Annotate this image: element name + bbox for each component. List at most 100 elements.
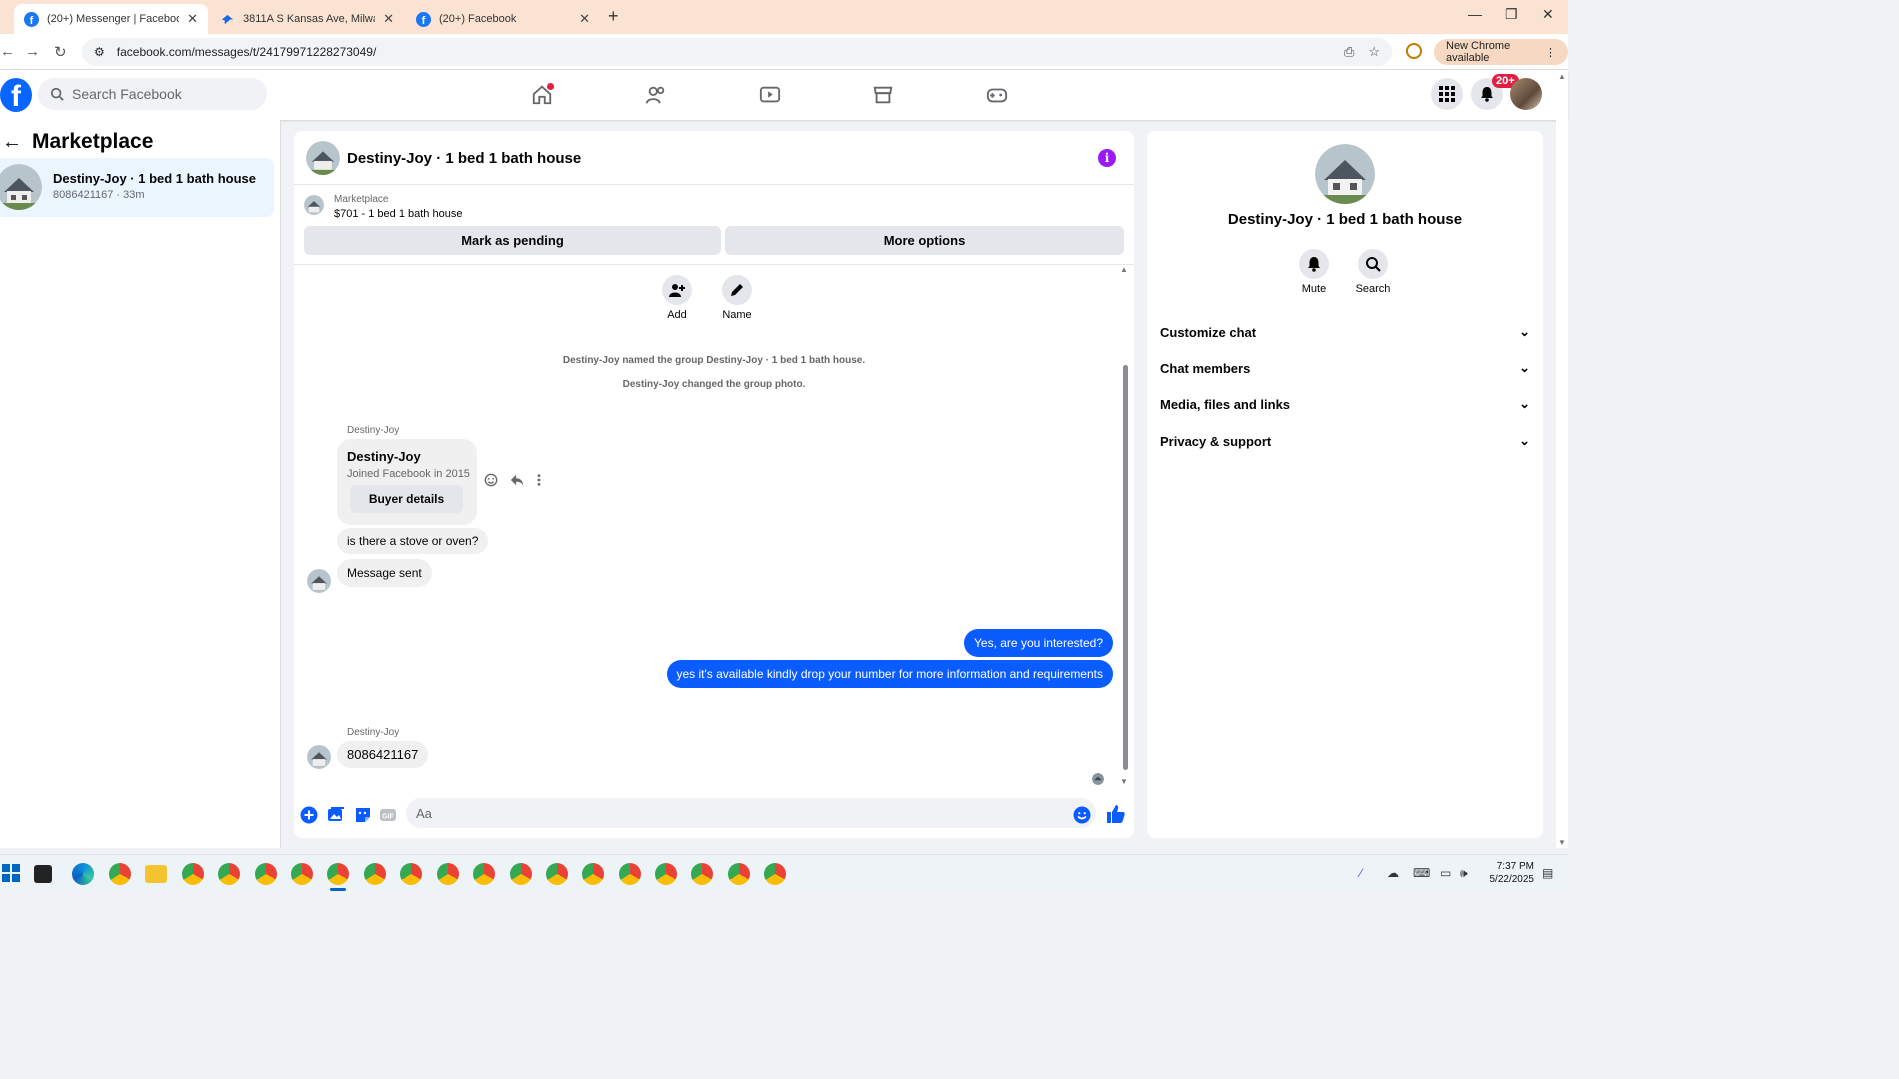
emoji-icon[interactable] — [1073, 806, 1091, 824]
network-icon[interactable]: ▭ — [1440, 866, 1451, 880]
minimize-icon[interactable]: — — [1468, 6, 1482, 22]
search-input[interactable]: Search Facebook — [38, 78, 267, 110]
more-options-button[interactable]: More options — [725, 226, 1124, 255]
search-chat-button[interactable]: Search — [1348, 249, 1398, 295]
sticker-icon[interactable] — [354, 806, 372, 824]
chrome-icon[interactable] — [109, 863, 131, 885]
reply-icon[interactable] — [510, 473, 524, 487]
section-media-files-links[interactable]: Media, files and links ⌄ — [1160, 396, 1530, 412]
nav-marketplace[interactable] — [863, 80, 903, 110]
close-tab-icon[interactable]: ✕ — [579, 11, 590, 27]
notification-center-icon[interactable]: ▤ — [1542, 866, 1553, 880]
new-tab-icon[interactable]: + — [608, 6, 619, 27]
gif-icon[interactable]: GIF — [379, 806, 397, 824]
nav-home[interactable] — [522, 80, 562, 110]
chrome-profile-icon[interactable] — [582, 863, 604, 885]
system-message: Destiny-Joy changed the group photo. — [622, 379, 806, 390]
chrome-profile-icon[interactable] — [327, 863, 349, 885]
scroll-up-icon[interactable]: ▲ — [1558, 72, 1566, 81]
group-photo-large[interactable] — [1315, 144, 1375, 204]
chat-scrollbar[interactable]: ▲ ▼ — [1120, 265, 1130, 788]
chat-title[interactable]: Destiny-Joy · 1 bed 1 bath house — [347, 150, 581, 167]
chrome-profile-icon[interactable] — [510, 863, 532, 885]
account-avatar[interactable] — [1510, 78, 1542, 110]
chrome-profile-icon[interactable] — [655, 863, 677, 885]
mark-pending-button[interactable]: Mark as pending — [304, 226, 721, 255]
plus-circle-icon[interactable] — [300, 806, 318, 824]
back-arrow-icon[interactable]: ← — [2, 131, 22, 154]
add-person-button[interactable] — [662, 275, 692, 305]
forward-icon[interactable]: → — [25, 43, 40, 60]
nav-gaming[interactable] — [977, 80, 1017, 110]
mute-button[interactable]: Mute — [1289, 249, 1339, 295]
chrome-profile-icon[interactable] — [437, 863, 459, 885]
chrome-profile-icon[interactable] — [619, 863, 641, 885]
url-field[interactable]: ⚙ facebook.com/messages/t/24179971228273… — [82, 38, 1392, 66]
close-tab-icon[interactable]: ✕ — [383, 11, 394, 27]
section-chat-members[interactable]: Chat members ⌄ — [1160, 360, 1530, 376]
close-window-icon[interactable]: ✕ — [1542, 6, 1554, 23]
chrome-profile-icon[interactable] — [728, 863, 750, 885]
section-privacy-support[interactable]: Privacy & support ⌄ — [1160, 433, 1530, 449]
incoming-message: 8086421167 — [337, 741, 429, 768]
pen-icon[interactable]: ⁄ — [1360, 866, 1362, 880]
keyboard-icon[interactable]: ⌨ — [1413, 866, 1430, 880]
windows-start-icon[interactable] — [2, 864, 20, 882]
task-view-icon[interactable] — [34, 865, 52, 883]
scroll-thumb[interactable] — [1123, 365, 1128, 770]
photo-icon[interactable] — [327, 806, 345, 824]
volume-icon[interactable]: 🕪 — [1460, 866, 1468, 881]
chrome-profile-icon[interactable] — [182, 863, 204, 885]
section-customize-chat[interactable]: Customize chat ⌄ — [1160, 324, 1530, 340]
tab-facebook[interactable]: f (20+) Facebook ✕ — [406, 4, 600, 34]
tab-label: (20+) Messenger | Facebook — [47, 13, 180, 25]
chrome-profile-icon[interactable] — [255, 863, 277, 885]
group-photo[interactable] — [306, 141, 340, 175]
scroll-up-icon[interactable]: ▲ — [1120, 265, 1128, 274]
file-explorer-icon[interactable] — [145, 865, 167, 883]
menu-button[interactable] — [1431, 78, 1463, 110]
chrome-profile-icon[interactable] — [764, 863, 786, 885]
conversation-item[interactable]: Destiny-Joy · 1 bed 1 bath house 8086421… — [0, 158, 274, 217]
nav-watch[interactable] — [750, 80, 790, 110]
buyer-details-button[interactable]: Buyer details — [350, 485, 463, 513]
page-scrollbar[interactable]: ▲ ▼ — [1556, 70, 1568, 848]
onedrive-icon[interactable]: ☁ — [1387, 866, 1399, 880]
back-icon[interactable]: ← — [0, 43, 15, 60]
chrome-profile-icon[interactable] — [218, 863, 240, 885]
reload-icon[interactable]: ↻ — [54, 43, 67, 61]
site-info-icon[interactable]: ⚙ — [94, 45, 105, 59]
restore-icon[interactable]: ❐ — [1505, 6, 1518, 23]
chrome-profile-icon[interactable] — [473, 863, 495, 885]
bookmark-star-icon[interactable]: ☆ — [1368, 44, 1380, 60]
menu-dots-icon[interactable]: ⋮ — [1545, 46, 1556, 59]
sender-avatar[interactable] — [307, 745, 331, 769]
edge-icon[interactable] — [72, 863, 94, 885]
conversation-name: Destiny-Joy · 1 bed 1 bath house — [53, 171, 256, 186]
sender-avatar[interactable] — [307, 569, 331, 593]
chrome-profile-icon[interactable] — [400, 863, 422, 885]
profile-icon[interactable] — [1406, 43, 1422, 59]
more-dots-icon[interactable] — [536, 473, 542, 487]
listing-title[interactable]: $701 - 1 bed 1 bath house — [334, 208, 462, 220]
facebook-logo-icon[interactable]: f — [0, 78, 32, 112]
nav-friends[interactable] — [636, 80, 676, 110]
tab-zillow[interactable]: 3811A S Kansas Ave, Milwaukee ✕ — [210, 4, 404, 34]
system-clock[interactable]: 7:37 PM 5/22/2025 — [1484, 860, 1535, 886]
close-tab-icon[interactable]: ✕ — [187, 11, 198, 27]
svg-text:GIF: GIF — [382, 814, 394, 821]
scroll-down-icon[interactable]: ▼ — [1120, 777, 1128, 786]
install-app-icon[interactable]: ⎙ — [1344, 44, 1354, 60]
like-thumb-icon[interactable] — [1106, 804, 1126, 824]
message-input[interactable]: Aa — [406, 798, 1096, 828]
rename-button[interactable] — [722, 275, 752, 305]
new-chrome-button[interactable]: New Chrome available ⋮ — [1434, 39, 1568, 65]
chrome-profile-icon[interactable] — [291, 863, 313, 885]
chrome-profile-icon[interactable] — [691, 863, 713, 885]
info-icon[interactable]: i — [1098, 149, 1116, 167]
scroll-down-icon[interactable]: ▼ — [1558, 838, 1566, 847]
tab-messenger[interactable]: f (20+) Messenger | Facebook ✕ — [14, 4, 208, 34]
chrome-profile-icon[interactable] — [546, 863, 568, 885]
chrome-profile-icon[interactable] — [364, 863, 386, 885]
react-emoji-icon[interactable] — [484, 473, 498, 487]
